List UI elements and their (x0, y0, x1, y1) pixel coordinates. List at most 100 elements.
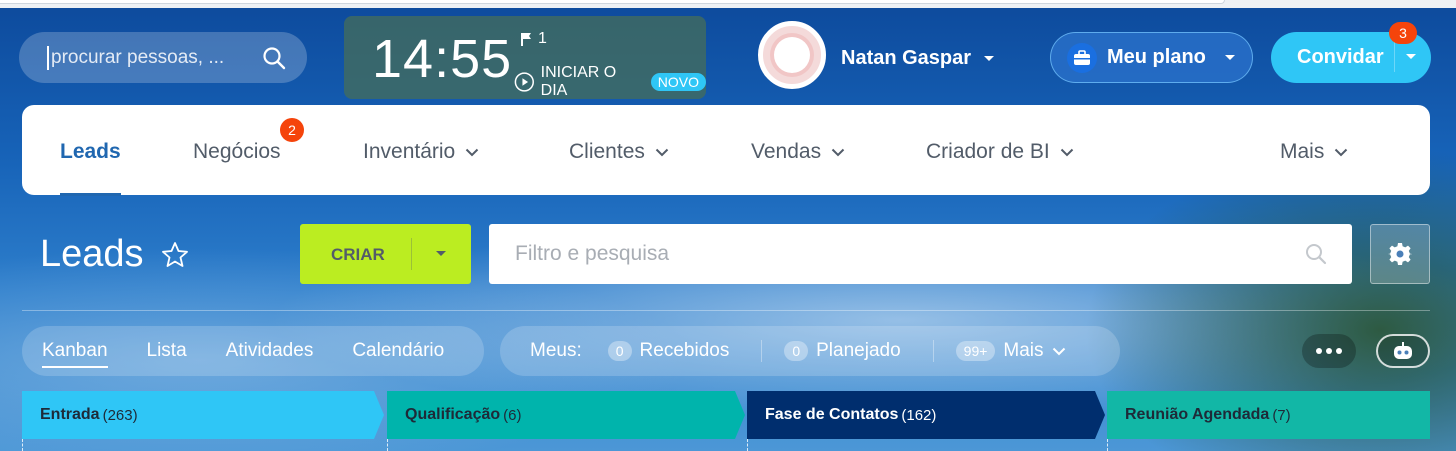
nav-item-more[interactable]: Mais (1280, 140, 1348, 164)
counters-label: Meus: (530, 340, 582, 361)
nav-item-inventory[interactable]: Inventário (363, 140, 479, 164)
stage-name: Fase de Contatos (765, 406, 899, 423)
start-day-button[interactable]: INICIAR O DIA NOVO (514, 64, 706, 100)
column-divider (747, 439, 748, 451)
filter-search[interactable]: Filtro e pesquisa (489, 224, 1352, 284)
stage-count: (162) (901, 406, 937, 424)
stage-count: (7) (1272, 406, 1291, 424)
page-title-text: Leads (40, 233, 144, 275)
create-separator (411, 238, 412, 270)
nav-item-label: Inventário (363, 140, 456, 163)
counter-pill: 0 (784, 341, 809, 361)
nav-item-label: Clientes (569, 140, 645, 163)
stage-name: Entrada (40, 406, 100, 423)
caret-down-icon[interactable] (435, 250, 447, 258)
user-name: Natan Gaspar (841, 47, 972, 69)
workday-clock[interactable]: 14:55 1 INICIAR O DIA NOVO (344, 16, 706, 99)
invite-label: Convidar (1297, 46, 1384, 68)
nav-item-deals[interactable]: Negócios (193, 140, 281, 164)
chevron-down-icon (1060, 148, 1073, 156)
view-activities[interactable]: Atividades (226, 340, 314, 362)
invite-button[interactable]: Convidar 3 (1271, 22, 1431, 83)
my-counters: Meus: 0 Recebidos 0 Planejado 99+ Mais (500, 326, 1120, 376)
flag-counter: 1 (520, 30, 547, 48)
my-plan-label: Meu plano (1107, 46, 1206, 68)
star-icon[interactable] (160, 240, 190, 270)
browser-top-strip (0, 0, 1456, 8)
column-divider (22, 439, 23, 451)
chevron-down-icon (466, 148, 479, 156)
nav-item-sales[interactable]: Vendas (751, 140, 845, 164)
text-caret (47, 45, 49, 70)
invite-separator (1394, 42, 1395, 72)
clock-time: 14:55 (372, 29, 513, 89)
main-nav: Leads Negócios 2 Inventário Clientes Ven… (22, 105, 1430, 196)
stage-name: Reunião Agendada (1125, 406, 1270, 423)
counter-more[interactable]: 99+ Mais (955, 340, 1066, 362)
nav-item-label: Leads (60, 140, 121, 163)
filter-input[interactable]: Filtro e pesquisa (515, 242, 1304, 266)
chevron-down-icon (1335, 148, 1348, 156)
stage-header[interactable]: Reunião Agendada (7) (1107, 391, 1430, 439)
counter-planned[interactable]: 0 Planejado (784, 340, 901, 362)
nav-item-leads[interactable]: Leads (60, 140, 121, 196)
invite-count-badge: 3 (1389, 22, 1417, 44)
settings-button[interactable] (1370, 224, 1430, 284)
chevron-down-icon (831, 148, 845, 156)
chevron-down-icon (1052, 347, 1065, 355)
view-list[interactable]: Lista (147, 340, 187, 362)
counter-label: Mais (1003, 340, 1044, 361)
counter-label: Planejado (816, 340, 901, 361)
page-title: Leads (40, 233, 190, 276)
column-divider (387, 439, 388, 451)
counter-received[interactable]: 0 Recebidos (607, 340, 730, 362)
nav-item-label: Vendas (751, 140, 822, 163)
new-badge: NOVO (650, 73, 706, 91)
avatar[interactable] (758, 21, 826, 89)
create-button[interactable]: CRIAR (300, 224, 471, 284)
deals-count-badge: 2 (280, 118, 304, 142)
search-icon[interactable] (261, 45, 287, 71)
briefcase-icon (1067, 42, 1097, 73)
caret-down-icon (984, 55, 995, 61)
view-kanban[interactable]: Kanban (42, 340, 108, 368)
counter-separator (932, 340, 934, 362)
stage-count: (263) (102, 406, 138, 424)
view-calendar[interactable]: Calendário (352, 340, 444, 362)
dot (1316, 348, 1322, 354)
dot (1326, 348, 1332, 354)
view-switcher: Kanban Lista Atividades Calendário (22, 326, 484, 376)
nav-item-bi-builder[interactable]: Criador de BI (926, 140, 1074, 164)
counter-pill: 0 (607, 341, 632, 361)
automation-robot-button[interactable] (1376, 334, 1430, 368)
caret-down-icon[interactable] (1405, 53, 1417, 61)
robot-icon (1394, 342, 1412, 359)
more-actions-button[interactable] (1302, 334, 1356, 368)
nav-item-clients[interactable]: Clientes (569, 140, 669, 164)
chevron-down-icon (655, 148, 669, 156)
create-label: CRIAR (331, 245, 385, 264)
user-menu[interactable]: Natan Gaspar (841, 47, 995, 70)
search-input[interactable]: procurar pessoas, ... (51, 47, 261, 69)
column-divider (1107, 439, 1108, 451)
stage-header[interactable]: Qualificação (6) (387, 391, 745, 439)
global-search[interactable]: procurar pessoas, ... (19, 32, 307, 83)
top-strip-tab (0, 0, 1225, 4)
nav-item-label: Criador de BI (926, 140, 1050, 163)
flag-count: 1 (538, 30, 547, 47)
stage-header[interactable]: Fase de Contatos (162) (747, 391, 1105, 439)
search-icon[interactable] (1304, 242, 1328, 266)
dot (1336, 348, 1342, 354)
stage-header[interactable]: Entrada (263) (22, 391, 384, 439)
play-circle-icon (514, 72, 534, 92)
gear-icon (1388, 243, 1412, 265)
start-day-label: INICIAR O DIA (540, 64, 617, 99)
stage-name: Qualificação (405, 406, 501, 423)
stage-count: (6) (503, 406, 522, 424)
flag-icon (521, 33, 531, 46)
nav-item-label: Mais (1280, 140, 1325, 163)
my-plan-button[interactable]: Meu plano (1050, 32, 1253, 83)
counter-separator (761, 340, 763, 362)
nav-item-label: Negócios (193, 140, 281, 163)
counter-label: Recebidos (639, 340, 730, 361)
